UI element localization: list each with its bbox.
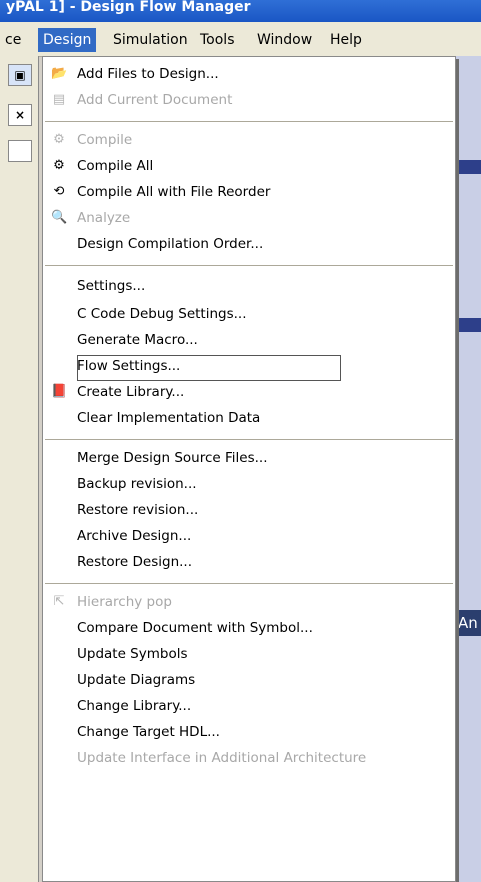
menu-item-generate-macro[interactable]: Generate Macro... (43, 329, 455, 351)
menu-item-archive-design[interactable]: Archive Design... (43, 525, 455, 547)
menu-tools[interactable]: Tools (195, 28, 240, 52)
add-files-icon: 📂 (51, 66, 68, 81)
menu-item-restore-revision[interactable]: Restore revision... (43, 499, 455, 521)
menu-window[interactable]: Window (252, 28, 317, 52)
menu-item-update-interface[interactable]: Update Interface in Additional Architect… (43, 747, 455, 769)
close-icon[interactable]: × (8, 104, 32, 126)
menu-separator (45, 265, 453, 266)
menu-item-add-current-document[interactable]: ▤ Add Current Document (43, 89, 455, 111)
menu-help[interactable]: Help (325, 28, 367, 52)
menu-separator (45, 439, 453, 440)
menu-item-compare-document-with-symbol[interactable]: Compare Document with Symbol... (43, 617, 455, 639)
menu-item-restore-design[interactable]: Restore Design... (43, 551, 455, 573)
background-stripe (455, 160, 481, 174)
menu-simulation[interactable]: Simulation (108, 28, 193, 52)
menu-item-change-library[interactable]: Change Library... (43, 695, 455, 717)
menu-item-compile-all[interactable]: ⚙ Compile All (43, 155, 455, 177)
flow-settings-highlight-box (77, 355, 341, 381)
background-stripe (455, 318, 481, 332)
title-bar: yPAL 1] - Design Flow Manager (0, 0, 481, 22)
menu-item-add-files[interactable]: 📂 Add Files to Design... (43, 63, 455, 85)
panel-icon[interactable]: ▣ (8, 64, 32, 86)
menu-item-c-code-debug-settings[interactable]: C Code Debug Settings... (43, 303, 455, 325)
compile-all-icon: ⚙ (53, 158, 65, 173)
menu-design[interactable]: Design (38, 28, 97, 52)
menu-separator (45, 583, 453, 584)
menu-item-create-library[interactable]: 📕 Create Library... (43, 381, 455, 403)
analyze-icon: 🔍 (51, 210, 68, 225)
compile-icon: ⚙ (53, 132, 65, 147)
menu-item-clear-implementation-data[interactable]: Clear Implementation Data (43, 407, 455, 429)
window-title: yPAL 1] - Design Flow Manager (6, 0, 251, 15)
create-library-icon: 📕 (51, 384, 68, 399)
panel-field-icon[interactable] (8, 140, 32, 162)
menu-item-change-target-hdl[interactable]: Change Target HDL... (43, 721, 455, 743)
workspace-background (455, 56, 481, 882)
compile-reorder-icon: ⟲ (53, 184, 65, 199)
menu-item-analyze[interactable]: 🔍 Analyze (43, 207, 455, 229)
design-menu: 📂 Add Files to Design... ▤ Add Current D… (42, 56, 456, 882)
left-panel: ▣ × (0, 56, 39, 882)
menu-item-merge-design-source-files[interactable]: Merge Design Source Files... (43, 447, 455, 469)
menu-separator (45, 121, 453, 122)
menu-item-compile[interactable]: ⚙ Compile (43, 129, 455, 151)
menu-item-settings[interactable]: Settings... (43, 275, 455, 297)
menu-ce[interactable]: ce (0, 28, 26, 52)
menu-item-update-diagrams[interactable]: Update Diagrams (43, 669, 455, 691)
menu-item-design-compilation-order[interactable]: Design Compilation Order... (43, 233, 455, 255)
background-label: An (455, 610, 481, 636)
add-current-document-icon: ▤ (52, 92, 66, 107)
menu-item-hierarchy-pop[interactable]: ⇱ Hierarchy pop (43, 591, 455, 613)
menu-item-backup-revision[interactable]: Backup revision... (43, 473, 455, 495)
menu-bar: ce Design Simulation Tools Window Help (0, 22, 481, 57)
hierarchy-pop-icon: ⇱ (53, 594, 65, 609)
menu-item-update-symbols[interactable]: Update Symbols (43, 643, 455, 665)
menu-item-compile-all-reorder[interactable]: ⟲ Compile All with File Reorder (43, 181, 455, 203)
